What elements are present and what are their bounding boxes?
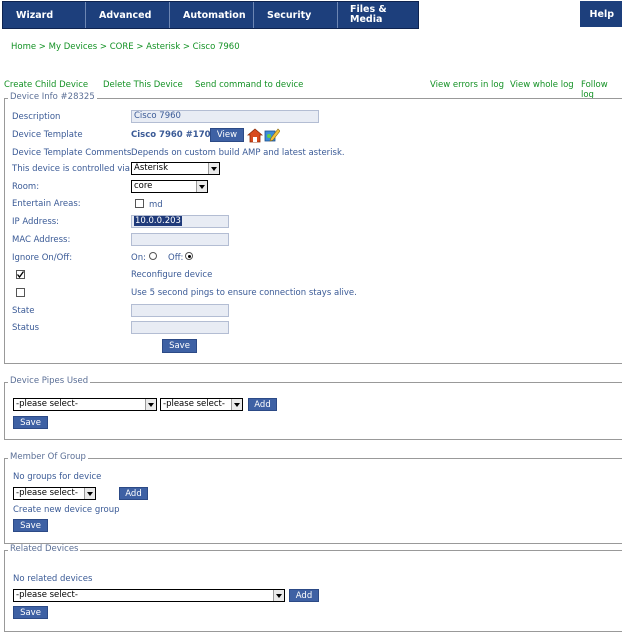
main-menu-bar: Wizard Advanced Automation Security File…	[2, 1, 419, 29]
device-info-box	[4, 98, 622, 364]
pipes-save-button[interactable]: Save	[13, 416, 48, 429]
controlled-via-select[interactable]: Asterisk	[131, 162, 220, 175]
group-add-button[interactable]: Add	[119, 487, 148, 500]
group-save-button[interactable]: Save	[13, 519, 48, 532]
room-value: core	[134, 181, 153, 191]
ip-address-input[interactable]: 10.0.0.203	[131, 215, 229, 228]
view-whole-log-link[interactable]: View whole log	[510, 80, 574, 90]
delete-device-link[interactable]: Delete This Device	[103, 80, 183, 90]
template-comments-value: Depends on custom build AMP and latest a…	[131, 148, 345, 158]
device-pipes-legend: Device Pipes Used	[8, 376, 91, 386]
ip-address-label: IP Address:	[12, 217, 60, 227]
mac-address-label: MAC Address:	[12, 235, 71, 245]
entertain-areas-label: Entertain Areas:	[12, 199, 81, 209]
state-label: State	[12, 306, 35, 316]
ignore-onoff-label: Ignore On/Off:	[12, 253, 73, 263]
tab-files-media-label: Files & Media	[350, 4, 387, 25]
group-select-value: -please select-	[16, 488, 78, 498]
template-comments-label: Device Template Comments	[12, 148, 132, 158]
room-label: Room:	[12, 182, 40, 192]
no-related-devices-text: No related devices	[13, 574, 93, 584]
related-save-button[interactable]: Save	[13, 606, 48, 619]
pipe-select-2-value: -please select-	[163, 399, 225, 409]
chevron-down-icon	[231, 399, 242, 410]
ping-checkbox[interactable]	[16, 288, 25, 297]
off-radio[interactable]	[185, 252, 193, 260]
controlled-via-value: Asterisk	[134, 163, 169, 173]
status-input[interactable]	[131, 321, 229, 334]
on-label: On:	[131, 253, 146, 263]
send-command-link[interactable]: Send command to device	[195, 80, 303, 90]
entertain-area-option: md	[149, 200, 163, 210]
description-label: Description	[12, 112, 61, 122]
chevron-down-icon	[273, 590, 284, 601]
device-pipes-box	[4, 382, 622, 440]
group-select[interactable]: -please select-	[13, 487, 96, 500]
tab-advanced[interactable]: Advanced	[86, 2, 170, 28]
controlled-via-label: This device is controlled via:	[12, 164, 133, 174]
device-info-save-button[interactable]: Save	[162, 339, 197, 353]
top-navigation: Wizard Advanced Automation Security File…	[0, 0, 622, 29]
mac-address-input[interactable]	[131, 233, 229, 246]
tab-automation[interactable]: Automation	[170, 2, 254, 28]
chevron-down-icon	[84, 488, 95, 499]
checkmark-icon	[16, 271, 25, 279]
device-template-label: Device Template	[12, 130, 83, 140]
related-device-select[interactable]: -please select-	[13, 589, 285, 602]
chevron-down-icon	[145, 399, 156, 410]
pipe-select-2[interactable]: -please select-	[160, 398, 243, 411]
breadcrumb[interactable]: Home > My Devices > CORE > Asterisk > Ci…	[11, 42, 240, 52]
view-errors-log-link[interactable]: View errors in log	[430, 80, 504, 90]
pipe-select-1[interactable]: -please select-	[13, 398, 157, 411]
home-icon[interactable]	[247, 128, 263, 143]
pipes-add-button[interactable]: Add	[248, 398, 277, 411]
member-of-group-box	[4, 458, 622, 544]
tab-files-media[interactable]: Files & Media	[338, 2, 418, 28]
follow-log-link[interactable]: Follow log	[581, 80, 622, 100]
pipe-select-1-value: -please select-	[16, 399, 78, 409]
device-info-legend: Device Info #28325	[8, 92, 97, 102]
create-device-group-link[interactable]: Create new device group	[13, 505, 120, 515]
help-button[interactable]: Help	[580, 1, 622, 27]
member-of-group-legend: Member Of Group	[8, 452, 88, 462]
create-child-device-link[interactable]: Create Child Device	[4, 80, 88, 90]
chevron-down-icon	[196, 181, 207, 192]
ping-label: Use 5 second pings to ensure connection …	[131, 288, 357, 298]
ip-address-value: 10.0.0.203	[134, 216, 182, 226]
related-devices-legend: Related Devices	[8, 544, 81, 554]
reconfigure-label: Reconfigure device	[131, 270, 213, 280]
edit-icon[interactable]	[264, 127, 280, 143]
description-input[interactable]: Cisco 7960	[131, 110, 319, 123]
status-label: Status	[12, 323, 40, 333]
off-label: Off:	[168, 253, 184, 263]
radio-dot-icon	[187, 254, 191, 258]
related-device-select-value: -please select-	[16, 590, 78, 600]
device-template-value: Cisco 7960 #1700	[131, 130, 217, 140]
state-input[interactable]	[131, 304, 229, 317]
related-add-button[interactable]: Add	[289, 589, 319, 602]
view-template-button[interactable]: View	[210, 128, 244, 142]
tab-security[interactable]: Security	[254, 2, 338, 28]
reconfigure-checkbox[interactable]	[16, 270, 25, 279]
tab-wizard[interactable]: Wizard	[3, 2, 86, 28]
no-groups-text: No groups for device	[13, 472, 102, 482]
on-radio[interactable]	[149, 252, 157, 260]
chevron-down-icon	[208, 163, 219, 174]
room-select[interactable]: core	[131, 180, 208, 193]
entertain-area-checkbox[interactable]	[135, 199, 144, 208]
